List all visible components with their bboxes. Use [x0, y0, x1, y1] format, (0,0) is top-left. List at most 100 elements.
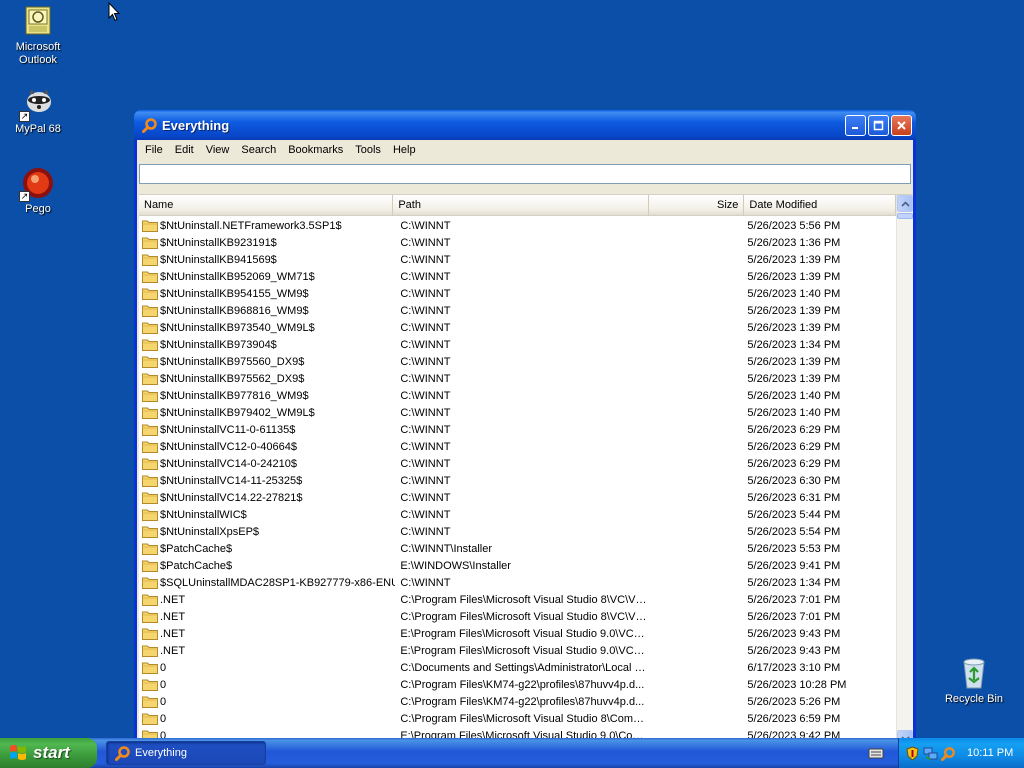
- table-row[interactable]: $NtUninstallWIC$ C:\WINNT 5/26/2023 5:44 P…: [139, 506, 896, 523]
- folder-icon: [142, 220, 158, 232]
- folder-icon: [142, 390, 158, 402]
- taskbar-button-everything[interactable]: Everything: [106, 741, 266, 765]
- table-row[interactable]: $NtUninstallVC14.22-27821$ C:\WINNT 5/26/2…: [139, 489, 896, 506]
- row-date-modified: 5/26/2023 6:29 PM: [747, 457, 841, 470]
- scroll-up-button[interactable]: [897, 195, 913, 212]
- row-name-cell: $NtUninstallKB977816_WM9$: [139, 389, 395, 402]
- column-header-date-modified[interactable]: Date Modified: [744, 195, 896, 216]
- table-row[interactable]: $NtUninstallKB954155_WM9$ C:\WINNT 5/26/20…: [139, 285, 896, 302]
- menu-tools[interactable]: Tools: [349, 144, 387, 156]
- table-row[interactable]: $NtUninstallKB977816_WM9$ C:\WINNT 5/26/20…: [139, 387, 896, 404]
- menu-search[interactable]: Search: [235, 144, 282, 156]
- table-row[interactable]: $NtUninstallKB968816_WM9$ C:\WINNT 5/26/20…: [139, 302, 896, 319]
- taskbar-clock: 10:11 PM: [967, 747, 1014, 759]
- row-name: .NET: [160, 593, 186, 606]
- menu-view[interactable]: View: [200, 144, 236, 156]
- table-row[interactable]: $NtUninstall.NETFramework3.5SP1$ C:\WINNT…: [139, 217, 896, 234]
- table-row[interactable]: $NtUninstallKB975560_DX9$ C:\WINNT 5/26/20…: [139, 353, 896, 370]
- row-name-cell: .NET: [139, 610, 395, 623]
- start-button[interactable]: start: [0, 738, 97, 768]
- folder-icon: [142, 322, 158, 334]
- row-date-modified: 5/26/2023 9:41 PM: [747, 559, 841, 572]
- desktop-icon-label: Recycle Bin: [944, 693, 1004, 705]
- table-row[interactable]: $NtUninstallVC14-0-24210$ C:\WINNT 5/26/20…: [139, 455, 896, 472]
- minimize-button[interactable]: [845, 114, 866, 136]
- row-path: C:\WINNT: [400, 372, 451, 385]
- row-path: C:\WINNT: [400, 457, 451, 470]
- row-name: $NtUninstallKB954155_WM9$: [160, 287, 309, 300]
- table-row[interactable]: 0 C:\Program Files\KM74-g22\profiles\87hu…: [139, 676, 896, 693]
- table-row[interactable]: $NtUninstallXpsEP$ C:\WINNT 5/26/2023 5:54…: [139, 523, 896, 540]
- row-name: $NtUninstallVC12-0-40664$: [160, 440, 297, 453]
- row-path: C:\Documents and Settings\Administrator\…: [400, 661, 649, 674]
- table-row[interactable]: .NET E:\Program Files\Microsoft Visual St…: [139, 642, 896, 659]
- close-icon: [897, 120, 906, 130]
- desktop-icon-pego[interactable]: ↗ Pego: [0, 166, 76, 216]
- row-path: C:\WINNT: [400, 321, 451, 334]
- row-name: $NtUninstallXpsEP$: [160, 525, 260, 538]
- table-row[interactable]: $NtUninstallKB923191$ C:\WINNT 5/26/2023 1…: [139, 234, 896, 251]
- row-path: E:\WINDOWS\Installer: [400, 559, 511, 572]
- table-row[interactable]: $NtUninstallKB979402_WM9L$ C:\WINNT 5/26/2…: [139, 404, 896, 421]
- everything-tray-icon[interactable]: [941, 746, 956, 761]
- vertical-scrollbar[interactable]: [896, 195, 913, 747]
- desktop-icon-label: Microsoft Outlook: [15, 41, 61, 66]
- row-name-cell: $NtUninstallVC11-0-61135$: [139, 423, 395, 436]
- desktop-icon-recycle-bin[interactable]: Recycle Bin: [936, 656, 1012, 706]
- row-date-modified: 5/26/2023 1:40 PM: [747, 287, 841, 300]
- menu-edit[interactable]: Edit: [169, 144, 200, 156]
- table-row[interactable]: $NtUninstallKB973904$ C:\WINNT 5/26/2023 1…: [139, 336, 896, 353]
- row-path: C:\WINNT: [400, 389, 451, 402]
- search-input[interactable]: [139, 164, 911, 184]
- table-row[interactable]: $NtUninstallVC12-0-40664$ C:\WINNT 5/26/20…: [139, 438, 896, 455]
- menu-help[interactable]: Help: [387, 144, 422, 156]
- shield-icon[interactable]: [905, 745, 920, 761]
- table-row[interactable]: 0 C:\Program Files\KM74-g22\profiles\87hu…: [139, 693, 896, 710]
- column-header-name[interactable]: Name: [139, 195, 394, 216]
- row-path: C:\WINNT: [400, 491, 451, 504]
- table-row[interactable]: .NET E:\Program Files\Microsoft Visual St…: [139, 625, 896, 642]
- table-row[interactable]: $NtUninstallKB973540_WM9L$ C:\WINNT 5/26/2…: [139, 319, 896, 336]
- table-row[interactable]: $NtUninstallVC11-0-61135$ C:\WINNT 5/26/20…: [139, 421, 896, 438]
- table-row[interactable]: $PatchCache$ C:\WINNT\Installer 5/26/2023 …: [139, 540, 896, 557]
- table-row[interactable]: $NtUninstallKB952069_WM71$ C:\WINNT 5/26/2…: [139, 268, 896, 285]
- folder-icon: [142, 492, 158, 504]
- table-row[interactable]: $PatchCache$ E:\WINDOWS\Installer 5/26/202…: [139, 557, 896, 574]
- row-date-modified: 5/26/2023 6:29 PM: [747, 423, 841, 436]
- scroll-thumb[interactable]: [897, 213, 913, 219]
- network-icon[interactable]: [923, 746, 938, 761]
- row-path: C:\WINNT: [400, 474, 451, 487]
- table-row[interactable]: .NET C:\Program Files\Microsoft Visual St…: [139, 591, 896, 608]
- column-header-path[interactable]: Path: [393, 195, 649, 216]
- desktop-icon-label: MyPal 68: [15, 123, 61, 135]
- menu-bookmarks[interactable]: Bookmarks: [282, 144, 349, 156]
- start-label: start: [33, 743, 70, 762]
- close-button[interactable]: [891, 114, 912, 136]
- row-date-modified: 5/26/2023 1:40 PM: [747, 389, 841, 402]
- row-name-cell: .NET: [139, 593, 395, 606]
- desktop-icon-outlook[interactable]: Microsoft Outlook: [0, 4, 76, 67]
- folder-icon: [142, 373, 158, 385]
- menu-file[interactable]: File: [139, 144, 169, 156]
- row-name: $NtUninstallVC14.22-27821$: [160, 491, 303, 504]
- table-row[interactable]: 0 C:\Program Files\Microsoft Visual Studi…: [139, 710, 896, 727]
- table-row[interactable]: .NET C:\Program Files\Microsoft Visual St…: [139, 608, 896, 625]
- table-row[interactable]: $SQLUninstallMDAC28SP1-KB927779-x86-ENU$…: [139, 574, 896, 591]
- folder-icon: [142, 356, 158, 368]
- column-header-size[interactable]: Size: [649, 195, 745, 216]
- row-name: $PatchCache$: [160, 542, 233, 555]
- row-name: $NtUninstallKB975560_DX9$: [160, 355, 305, 368]
- row-name: $NtUninstallKB979402_WM9L$: [160, 406, 315, 419]
- desktop-icon-mypal[interactable]: ↗ MyPal 68: [0, 86, 76, 136]
- window-titlebar[interactable]: Everything: [134, 110, 916, 140]
- results-list: Name Path Size Date Modified $NtUninstal…: [139, 194, 913, 747]
- table-row[interactable]: $NtUninstallKB941569$ C:\WINNT 5/26/2023 1…: [139, 251, 896, 268]
- outlook-icon: [21, 4, 55, 38]
- maximize-button[interactable]: [868, 114, 889, 136]
- keyboard-icon[interactable]: [868, 746, 884, 760]
- table-row[interactable]: $NtUninstallKB975562_DX9$ C:\WINNT 5/26/20…: [139, 370, 896, 387]
- row-name: $NtUninstallKB952069_WM71$: [160, 270, 315, 283]
- table-row[interactable]: 0 C:\Documents and Settings\Administrator…: [139, 659, 896, 676]
- row-name-cell: $NtUninstallKB979402_WM9L$: [139, 406, 395, 419]
- table-row[interactable]: $NtUninstallVC14-11-25325$ C:\WINNT 5/26/2…: [139, 472, 896, 489]
